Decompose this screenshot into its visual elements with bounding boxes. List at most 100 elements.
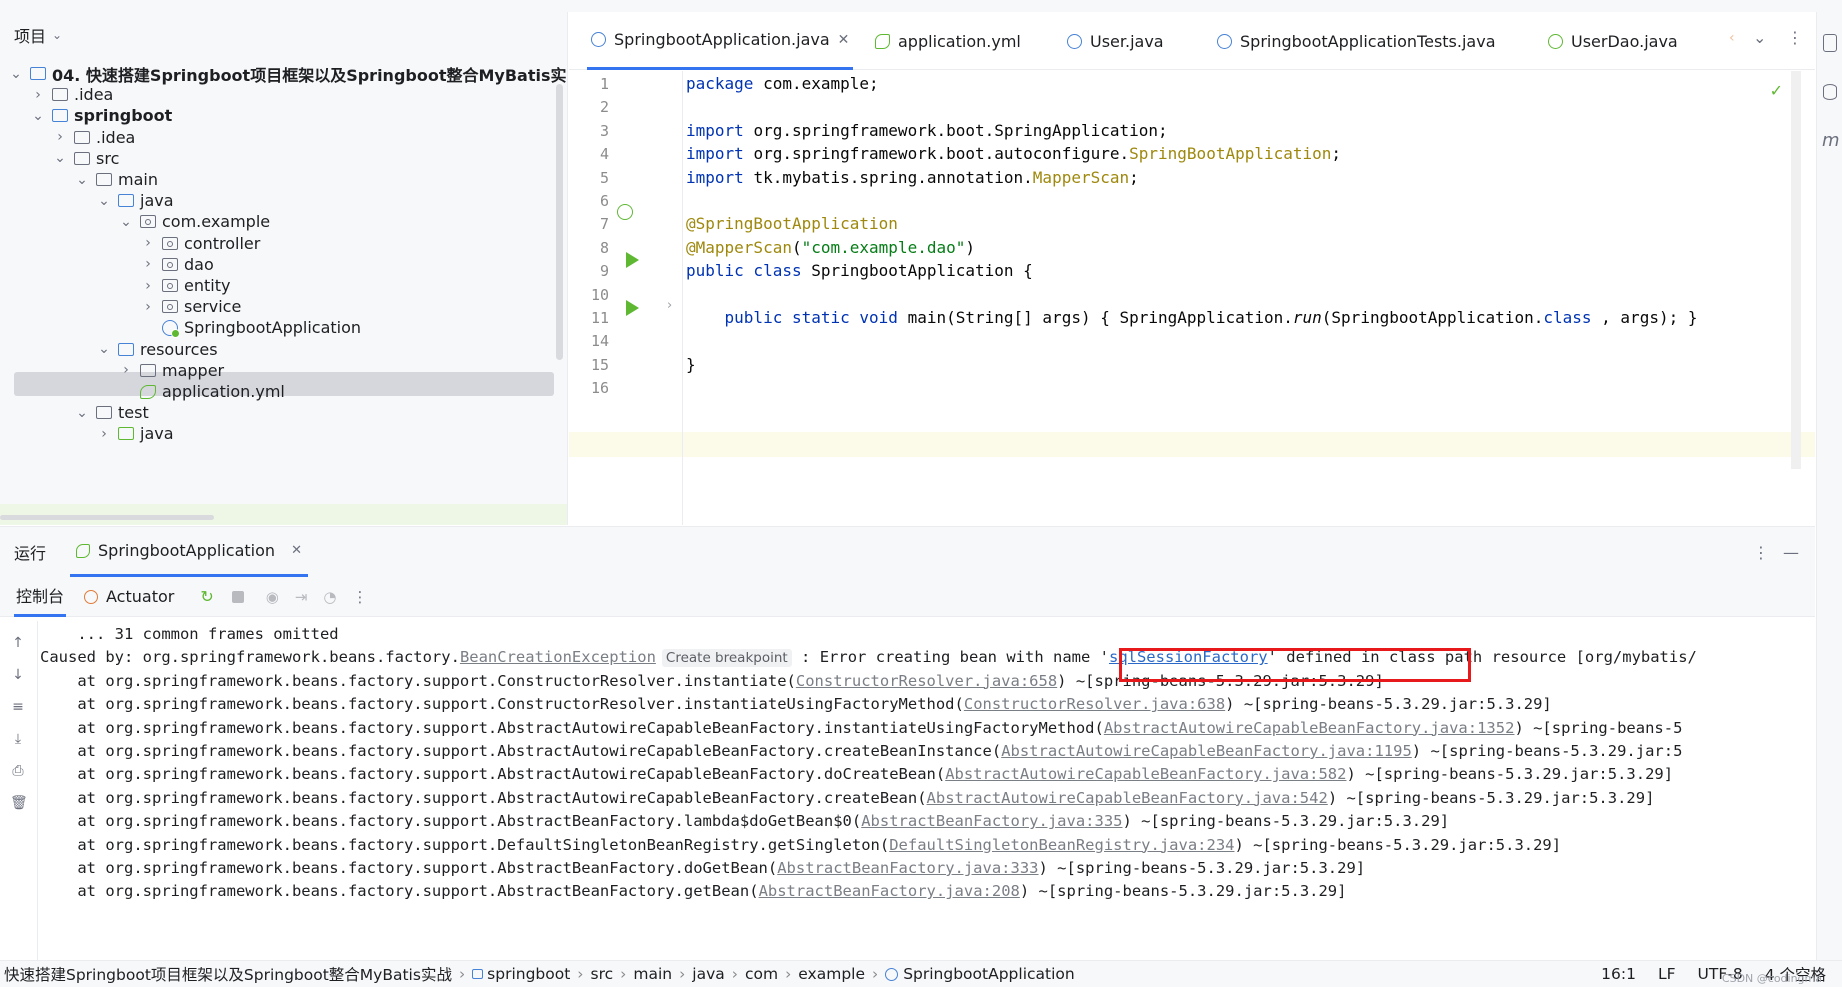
- console-output[interactable]: ... 31 common frames omitted Caused by: o…: [40, 621, 1815, 961]
- arrow-up-icon[interactable]: ↑: [10, 635, 26, 651]
- console-text: at org.springframework.beans.factory.sup…: [40, 859, 778, 877]
- notifications-icon[interactable]: [1823, 34, 1837, 52]
- chevron-down-icon[interactable]: ⌄: [30, 108, 46, 124]
- chevron-down-icon[interactable]: ⌄: [8, 66, 24, 82]
- breadcrumb-item[interactable]: SpringbootApplication: [903, 965, 1075, 983]
- trash-icon[interactable]: 🗑: [10, 795, 28, 811]
- rerun-icon[interactable]: ↻: [200, 587, 213, 606]
- source-link[interactable]: AbstractAutowireCapableBeanFactory.java:…: [1001, 742, 1412, 760]
- console-text: at org.springframework.beans.factory.sup…: [40, 695, 964, 714]
- breadcrumb-item[interactable]: com: [745, 965, 778, 983]
- tab-user-java[interactable]: User.java: [1067, 12, 1164, 70]
- code-editor[interactable]: 1 2 3 4 5 6 7 8 9 10 11 14 15 16 package com.example;…: [569, 71, 1815, 525]
- minimize-icon[interactable]: —: [1783, 543, 1799, 562]
- source-link[interactable]: AbstractBeanFactory.java:335: [861, 812, 1122, 830]
- source-link[interactable]: AbstractBeanFactory.java:333: [777, 859, 1038, 877]
- exit-icon[interactable]: ⇥: [295, 588, 308, 606]
- source-link[interactable]: AbstractBeanFactory.java:208: [759, 882, 1020, 900]
- camera-icon[interactable]: ◉: [266, 588, 279, 606]
- watermark: CSDN @codingma: [1721, 972, 1822, 985]
- spring-bean-gutter-icon[interactable]: [617, 204, 633, 220]
- project-panel-header[interactable]: 项目 ⌄: [0, 12, 567, 58]
- tab-actuator[interactable]: Actuator: [84, 587, 174, 606]
- project-horizontal-scrollbar[interactable]: [0, 515, 214, 520]
- chevron-down-icon[interactable]: ⌄: [74, 405, 90, 421]
- tab-springbootapplication-java[interactable]: SpringbootApplication.java ✕: [587, 12, 854, 70]
- spring-class-icon: [162, 319, 180, 338]
- chevron-right-icon[interactable]: ›: [96, 426, 112, 442]
- class-icon: [1067, 33, 1082, 49]
- tab-userdao-java[interactable]: UserDao.java: [1548, 12, 1678, 70]
- line-separator[interactable]: LF: [1658, 965, 1676, 983]
- console-text: : Error creating bean with name ': [791, 648, 1109, 667]
- chevron-down-icon[interactable]: ⌄: [118, 214, 134, 230]
- code-token: public static void: [724, 308, 898, 327]
- more-vertical-icon[interactable]: ⋮: [353, 588, 368, 606]
- scroll-to-end-icon[interactable]: ⤓: [10, 731, 26, 747]
- stop-icon[interactable]: [231, 590, 244, 603]
- source-link[interactable]: AbstractAutowireCapableBeanFactory.java:…: [1104, 719, 1515, 737]
- more-vertical-icon[interactable]: ⋮: [1787, 28, 1803, 47]
- chevron-down-icon[interactable]: ⌄: [96, 193, 112, 209]
- breadcrumb-item[interactable]: example: [798, 965, 865, 983]
- soft-wrap-icon[interactable]: ≡: [10, 699, 26, 715]
- breadcrumb-item[interactable]: java: [692, 965, 724, 983]
- chevron-down-icon[interactable]: ⌄: [52, 28, 62, 42]
- run-class-icon[interactable]: [626, 252, 639, 268]
- chevron-right-icon[interactable]: ›: [140, 278, 156, 294]
- chevron-right-icon[interactable]: ›: [140, 299, 156, 315]
- caret-position[interactable]: 16:1: [1601, 965, 1636, 983]
- chevron-right-icon[interactable]: ›: [140, 256, 156, 272]
- chevron-down-icon[interactable]: ⌄: [52, 150, 68, 166]
- chevron-right-icon[interactable]: ›: [52, 129, 68, 145]
- code-token: run: [1292, 308, 1322, 327]
- console-text: ) ~[spring-beans-5: [1514, 718, 1683, 737]
- spring-leaf-icon: [76, 543, 91, 558]
- create-breakpoint-button[interactable]: Create breakpoint: [661, 649, 792, 668]
- print-icon[interactable]: ⎙: [10, 763, 26, 779]
- code-token: main(String[] args) { SpringApplication.: [907, 308, 1293, 327]
- close-icon[interactable]: ✕: [291, 543, 302, 558]
- chevron-right-icon[interactable]: ›: [30, 87, 46, 103]
- line-number: 11: [590, 309, 609, 327]
- chevron-down-icon[interactable]: ⌄: [74, 172, 90, 188]
- source-link[interactable]: ConstructorResolver.java:658: [796, 672, 1057, 690]
- source-link[interactable]: AbstractAutowireCapableBeanFactory.java:…: [927, 789, 1328, 807]
- breadcrumb-item[interactable]: springboot: [487, 965, 570, 983]
- line-number: 16: [590, 379, 609, 398]
- source-link[interactable]: DefaultSingletonBeanRegistry.java:234: [889, 836, 1234, 854]
- close-icon[interactable]: ✕: [838, 32, 850, 48]
- run-config-tab[interactable]: SpringbootApplication ✕: [70, 527, 308, 577]
- database-icon[interactable]: [1823, 84, 1837, 100]
- breadcrumb-item[interactable]: src: [591, 965, 614, 983]
- tab-console[interactable]: 控制台: [14, 577, 67, 617]
- gauge-icon[interactable]: ◔: [323, 588, 336, 606]
- chevron-down-icon[interactable]: ⌄: [1753, 28, 1766, 47]
- console-text: at org.springframework.beans.factory.sup…: [40, 882, 759, 901]
- line-number: 8: [599, 238, 609, 257]
- console-text: at org.springframework.beans.factory.sup…: [40, 812, 862, 831]
- code-token: SpringBootApplication: [1129, 144, 1332, 164]
- fold-chevron-icon[interactable]: ›: [667, 298, 672, 313]
- breadcrumb-item[interactable]: main: [633, 965, 672, 983]
- chevron-right-icon[interactable]: ›: [118, 362, 134, 378]
- chevron-right-icon[interactable]: ›: [140, 235, 156, 251]
- tree-item[interactable]: › java: [0, 421, 567, 446]
- more-vertical-icon[interactable]: ⋮: [1753, 543, 1769, 562]
- run-main-icon[interactable]: [626, 300, 639, 316]
- tab-springbootapplicationtests-java[interactable]: SpringbootApplicationTests.java: [1217, 12, 1496, 70]
- scroll-tabs-left-icon[interactable]: ‹: [1729, 30, 1735, 46]
- arrow-down-icon[interactable]: ↓: [10, 667, 26, 683]
- project-scrollbar[interactable]: [556, 84, 563, 360]
- code-token: class: [1543, 308, 1592, 327]
- breadcrumb-separator-icon: ›: [620, 965, 627, 983]
- source-link[interactable]: ConstructorResolver.java:638: [964, 695, 1225, 713]
- line-number: 14: [590, 332, 609, 351]
- tab-application-yml[interactable]: application.yml: [875, 12, 1021, 70]
- source-link[interactable]: BeanCreationException: [460, 648, 656, 666]
- chevron-down-icon[interactable]: ⌄: [96, 341, 112, 357]
- breadcrumb-item[interactable]: 快速搭建Springboot项目框架以及Springboot整合MyBatis实…: [4, 963, 452, 985]
- editor-scrollbar[interactable]: [1791, 71, 1801, 469]
- source-link[interactable]: AbstractAutowireCapableBeanFactory.java:…: [945, 765, 1346, 783]
- maven-icon[interactable]: m: [1822, 130, 1840, 151]
